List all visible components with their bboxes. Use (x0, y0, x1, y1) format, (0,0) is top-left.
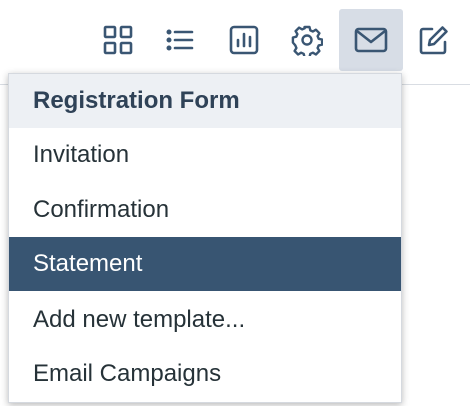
menu-header-registration-form: Registration Form (9, 74, 401, 128)
menu-item-label: Email Campaigns (33, 360, 222, 387)
menu-item-statement[interactable]: Statement (9, 237, 401, 291)
mail-icon (354, 27, 388, 53)
email-button[interactable] (339, 9, 403, 71)
menu-item-label: Confirmation (33, 196, 170, 223)
bar-chart-icon (229, 25, 259, 55)
list-icon (166, 29, 194, 51)
grid-view-button[interactable] (86, 9, 150, 71)
menu-item-label: Add new template... (33, 306, 246, 333)
settings-button[interactable] (275, 9, 339, 71)
edit-icon (419, 26, 448, 55)
gear-icon (291, 25, 323, 56)
email-template-dropdown: Registration Form Invitation Confirmatio… (8, 73, 402, 403)
grid-icon (103, 25, 133, 55)
menu-item-invitation[interactable]: Invitation (9, 128, 401, 182)
email-template-menu-screen: Registration Form Invitation Confirmatio… (0, 0, 470, 406)
menu-item-add-new-template[interactable]: Add new template... (9, 293, 401, 347)
menu-header-label: Registration Form (33, 87, 240, 114)
edit-button[interactable] (402, 9, 466, 71)
menu-item-label: Statement (33, 250, 143, 277)
list-view-button[interactable] (148, 9, 212, 71)
menu-item-email-campaigns[interactable]: Email Campaigns (9, 347, 401, 401)
menu-item-label: Invitation (33, 141, 130, 168)
menu-item-confirmation[interactable]: Confirmation (9, 183, 401, 237)
report-button[interactable] (212, 9, 276, 71)
